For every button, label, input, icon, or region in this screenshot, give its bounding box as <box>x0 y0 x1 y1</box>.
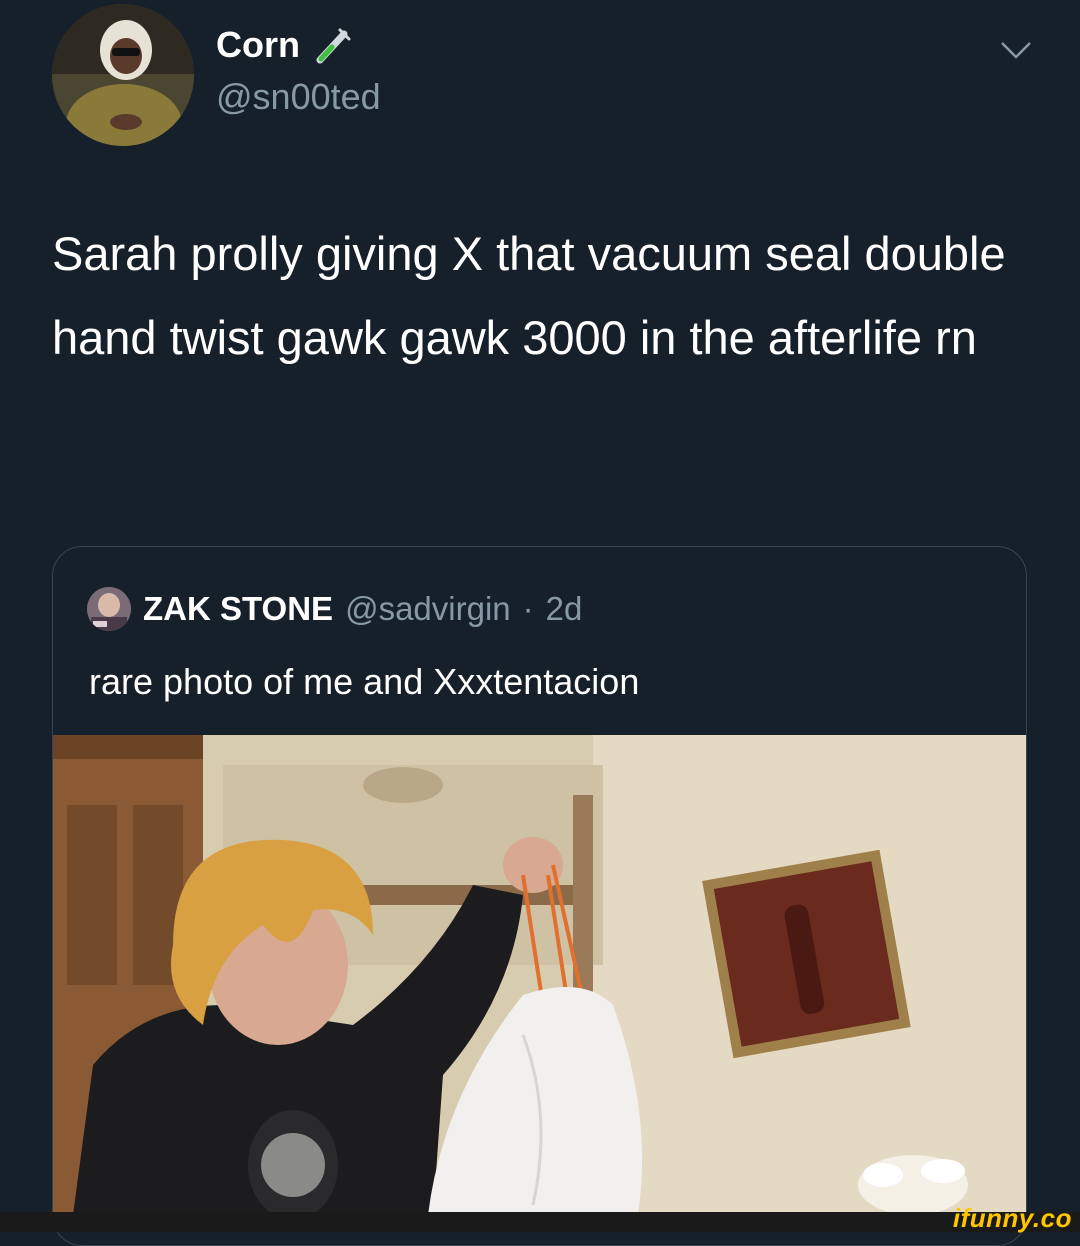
author-avatar[interactable] <box>52 4 194 146</box>
author-display-name[interactable]: Corn <box>216 24 300 66</box>
test-tube-icon <box>312 24 354 66</box>
author-name-row[interactable]: Corn <box>216 24 354 66</box>
quoted-tweet-time[interactable]: 2d <box>546 590 583 628</box>
photo-image <box>53 735 1026 1220</box>
quoted-author-avatar[interactable] <box>87 587 131 631</box>
avatar-image <box>52 4 194 146</box>
meta-separator: · <box>522 590 534 627</box>
quoted-tweet-text: rare photo of me and Xxxtentacion <box>89 661 640 702</box>
quoted-author-handle[interactable]: @sadvirgin <box>345 590 511 628</box>
tweet-text: Sarah prolly giving X that vacuum seal d… <box>52 227 1006 364</box>
quoted-tweet-header: ZAK STONE @sadvirgin · 2d <box>87 587 582 631</box>
chevron-down-icon[interactable] <box>998 38 1034 62</box>
ifunny-watermark: ifunny.co <box>952 1203 1072 1233</box>
quoted-tweet-card[interactable]: ZAK STONE @sadvirgin · 2d rare photo of … <box>52 546 1027 1246</box>
author-handle[interactable]: @sn00ted <box>216 76 381 118</box>
quoted-tweet-photo[interactable] <box>53 735 1026 1220</box>
footer-bar <box>0 1212 1080 1232</box>
quoted-author-name[interactable]: ZAK STONE <box>143 590 333 628</box>
